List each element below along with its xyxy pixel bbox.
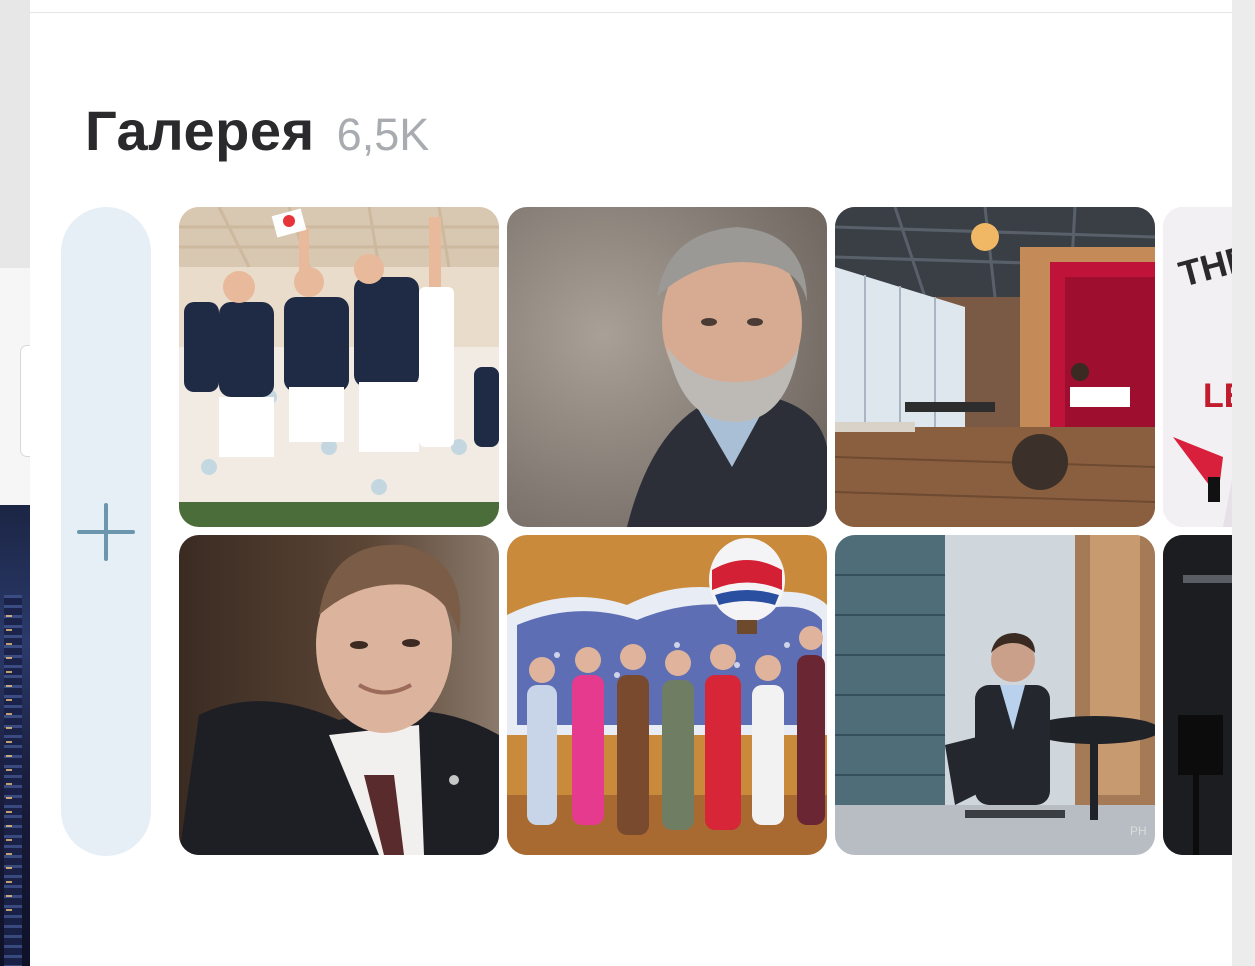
portrait-man-in-suit-photo: [179, 535, 499, 855]
gallery-photo-team-celebration[interactable]: [179, 207, 499, 527]
gallery-photo-portrait-gray-haired-man[interactable]: [507, 207, 827, 527]
svg-text:LE: LE: [1203, 377, 1232, 415]
event-banner-photo: THE LE: [1163, 207, 1232, 527]
plus-icon: [77, 502, 135, 561]
gallery-photo-businessman-in-office[interactable]: PH: [835, 535, 1155, 855]
gallery-photo-event-banner[interactable]: THE LE: [1163, 207, 1232, 527]
portrait-gray-haired-man-photo: [507, 207, 827, 527]
gallery-card: Галерея 6,5K THE L PH: [30, 0, 1232, 966]
gallery-title[interactable]: Галерея: [85, 98, 315, 163]
businessman-in-office-photo: PH: [835, 535, 1155, 855]
team-celebration-photo: [179, 207, 499, 527]
gallery-count: 6,5K: [336, 109, 430, 160]
background-panel: [0, 0, 36, 966]
group-women-with-map-photo: [507, 535, 827, 855]
background-city-photo: [0, 505, 30, 966]
divider: [30, 12, 1232, 13]
svg-text:PH: PH: [1130, 824, 1147, 838]
gallery-photo-group-women-with-map[interactable]: [507, 535, 827, 855]
gallery-header[interactable]: Галерея 6,5K: [85, 98, 429, 168]
office-interior-photo: [835, 207, 1155, 527]
add-photo-button[interactable]: [61, 207, 151, 856]
gallery-photo-portrait-man-in-suit[interactable]: [179, 535, 499, 855]
background-panel-right: [1232, 0, 1255, 966]
dark-studio-photo: [1163, 535, 1232, 855]
gallery-photo-dark-studio[interactable]: [1163, 535, 1232, 855]
gallery-photo-office-interior[interactable]: [835, 207, 1155, 527]
